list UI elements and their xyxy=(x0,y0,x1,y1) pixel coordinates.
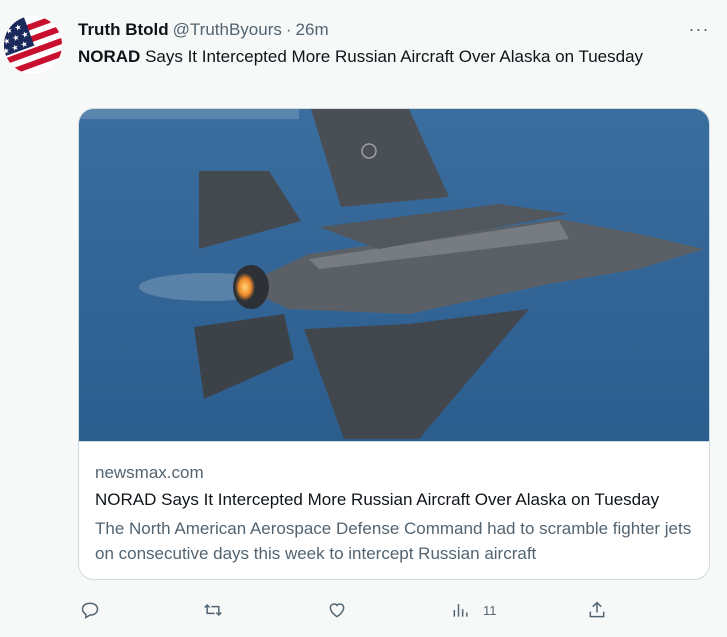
tweet-header: Truth Btold @TruthByours · 26m xyxy=(78,18,329,42)
retweet-button[interactable] xyxy=(203,596,223,624)
card-title[interactable]: NORAD Says It Intercepted More Russian A… xyxy=(95,490,695,510)
tweet[interactable]: ★ ★ ★ ★ ★ ★ ★ ★ ★ Truth Btold @TruthByou… xyxy=(0,0,727,637)
views-button[interactable]: 11 xyxy=(451,596,497,624)
tweet-text-rest: Says It Intercepted More Russian Aircraf… xyxy=(140,47,644,66)
more-icon: ··· xyxy=(688,18,710,39)
more-options-button[interactable]: ··· xyxy=(686,18,712,40)
card-divider xyxy=(79,441,709,442)
timestamp[interactable]: 26m xyxy=(296,20,329,40)
link-card[interactable]: newsmax.com NORAD Says It Intercepted Mo… xyxy=(78,108,710,580)
separator-dot: · xyxy=(285,20,292,39)
heart-icon xyxy=(329,603,345,618)
views-count: 11 xyxy=(483,602,497,618)
card-description: The North American Aerospace Defense Com… xyxy=(95,519,692,563)
user-handle[interactable]: @TruthByours xyxy=(173,20,282,40)
share-button[interactable] xyxy=(587,596,607,624)
display-name[interactable]: Truth Btold xyxy=(78,20,169,40)
like-button[interactable] xyxy=(327,596,347,624)
tweet-text: NORAD Says It Intercepted More Russian A… xyxy=(78,44,678,69)
reply-icon xyxy=(81,602,99,619)
avatar[interactable]: ★ ★ ★ ★ ★ ★ ★ ★ ★ xyxy=(4,16,62,74)
share-icon xyxy=(589,601,605,618)
tweet-text-bold: NORAD xyxy=(78,47,141,66)
reply-button[interactable] xyxy=(80,596,100,624)
action-bar: 11 xyxy=(0,596,727,624)
fighter-jet-image xyxy=(79,109,709,441)
views-icon xyxy=(453,604,468,617)
flag-avatar-icon: ★ ★ ★ ★ ★ ★ ★ ★ ★ xyxy=(4,16,62,74)
retweet-icon xyxy=(204,603,222,617)
card-domain: newsmax.com xyxy=(95,463,204,482)
